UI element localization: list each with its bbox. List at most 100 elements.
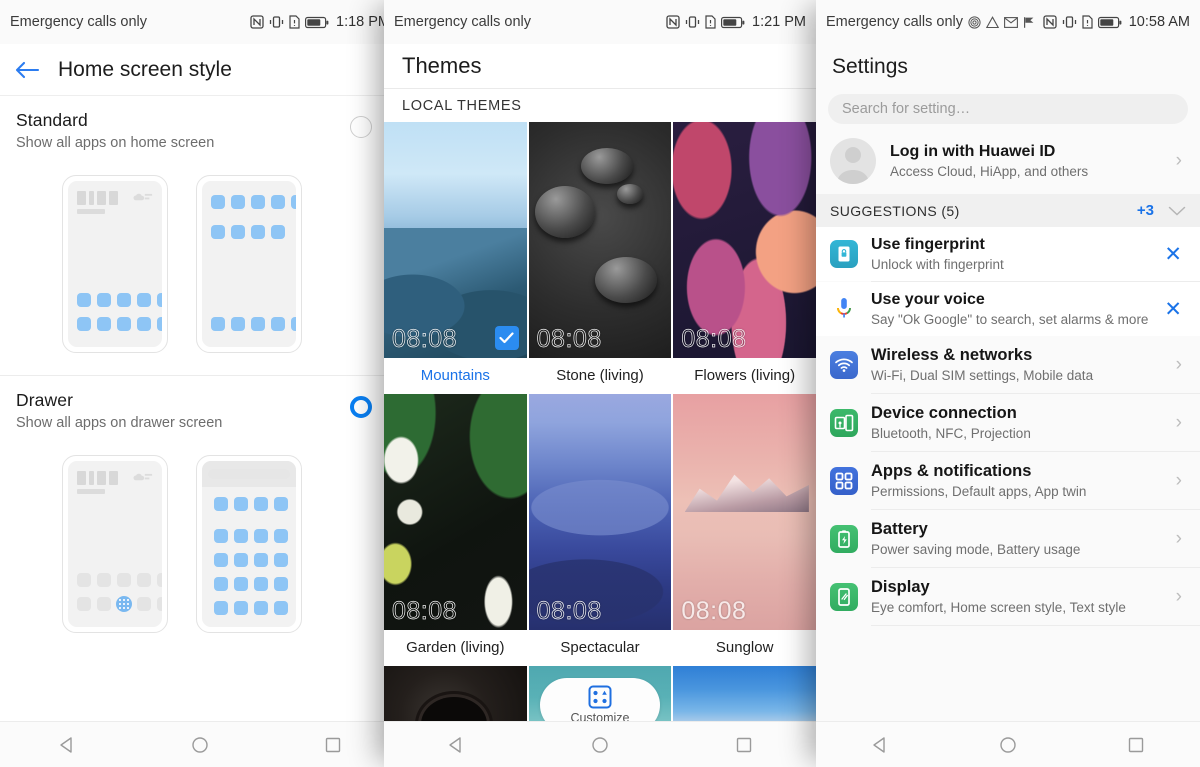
search-placeholder: Search for setting…: [842, 101, 971, 117]
carrier-label: Emergency calls only: [826, 14, 963, 30]
settings-row-title: Wireless & networks: [871, 346, 1033, 364]
carrier-label: Emergency calls only: [10, 14, 147, 30]
settings-row-display[interactable]: Display Eye comfort, Home screen style, …: [816, 568, 1200, 625]
status-bar-left: Emergency calls only 1:18 PM: [0, 0, 400, 44]
avatar: [830, 138, 876, 184]
navigation-bar-mid: [384, 721, 816, 767]
nfc-icon: [1043, 15, 1057, 29]
settings-header: Settings: [816, 44, 1200, 90]
suggestions-header[interactable]: SUGGESTIONS (5) +3: [816, 194, 1200, 227]
settings-row-title: Battery: [871, 520, 928, 538]
sim-alert-icon: [289, 15, 300, 29]
theme-thumbnail[interactable]: 08:08: [528, 122, 672, 358]
theme-thumbnail[interactable]: 08:08: [673, 122, 816, 358]
settings-row-apps-notifications[interactable]: Apps & notifications Permissions, Defaul…: [816, 452, 1200, 509]
home-nav-icon[interactable]: [572, 722, 628, 767]
page-title: Home screen style: [58, 57, 232, 81]
page-title: Themes: [402, 53, 482, 78]
theme-caption: Spectacular: [528, 630, 672, 664]
home-nav-icon[interactable]: [172, 722, 228, 767]
dismiss-suggestion-icon[interactable]: ✕: [1164, 242, 1186, 267]
wifi-icon: [830, 350, 858, 379]
option-standard-label: Standard: [16, 110, 88, 130]
battery-icon: [1097, 16, 1122, 29]
sim-alert-icon: [1082, 15, 1093, 29]
navigation-bar-left: [0, 721, 400, 767]
theme-thumbnail[interactable]: 08:08: [673, 394, 816, 630]
search-input[interactable]: Search for setting…: [828, 94, 1188, 124]
battery-icon: [305, 16, 329, 29]
theme-clock: 08:08: [536, 597, 602, 626]
settings-row-subtitle: Power saving mode, Battery usage: [871, 542, 1081, 557]
option-standard[interactable]: Standard Show all apps on home screen: [0, 96, 400, 376]
theme-card[interactable]: 08:08 Sunglow: [673, 394, 816, 664]
theme-thumbnail[interactable]: 08:08: [384, 394, 527, 630]
flag-icon: [1023, 16, 1035, 29]
theme-card[interactable]: 08:08 Garden (living): [384, 394, 527, 664]
back-nav-icon[interactable]: [852, 722, 908, 767]
settings-row-subtitle: Bluetooth, NFC, Projection: [871, 426, 1031, 441]
chevron-right-icon: ›: [1175, 353, 1182, 375]
radio-standard[interactable]: [350, 116, 372, 138]
screenshot-stage: Emergency calls only 1:18 PM Home screen…: [0, 0, 1200, 767]
suggestion-row[interactable]: Use your voice Say "Ok Google" to search…: [816, 282, 1200, 336]
radio-drawer[interactable]: [350, 396, 372, 418]
suggestion-subtitle: Say "Ok Google" to search, set alarms & …: [871, 312, 1149, 327]
settings-row-subtitle: Wi-Fi, Dual SIM settings, Mobile data: [871, 368, 1094, 383]
selected-check-icon: [494, 326, 519, 350]
theme-card[interactable]: 08:08 Flowers (living): [673, 122, 816, 392]
themes-panel: Emergency calls only 1:21 PM Themes LOCA…: [384, 0, 816, 767]
divider: [871, 625, 1200, 626]
home-screen-style-header: Home screen style: [0, 44, 400, 96]
theme-card[interactable]: 08:08 Stone (living): [528, 122, 672, 392]
theme-card[interactable]: 08:08 Mountains: [384, 122, 527, 392]
vibrate-icon: [685, 15, 700, 29]
settings-row-title: Apps & notifications: [871, 462, 1032, 480]
option-standard-desc: Show all apps on home screen: [16, 135, 215, 151]
back-nav-icon[interactable]: [39, 722, 95, 767]
chevron-down-icon[interactable]: [1168, 205, 1186, 217]
back-nav-icon[interactable]: [428, 722, 484, 767]
chevron-right-icon: ›: [1175, 469, 1182, 491]
huawei-id-row[interactable]: Log in with Huawei ID Access Cloud, HiAp…: [816, 130, 1200, 194]
settings-list: Wireless & networks Wi-Fi, Dual SIM sett…: [816, 336, 1200, 626]
chevron-right-icon: ›: [1175, 585, 1182, 607]
settings-row-title: Display: [871, 578, 930, 596]
recents-nav-icon[interactable]: [305, 722, 361, 767]
settings-row-battery[interactable]: Battery Power saving mode, Battery usage…: [816, 510, 1200, 567]
theme-thumbnail[interactable]: 08:08: [384, 122, 527, 358]
page-title: Settings: [832, 55, 908, 78]
device-icon: [830, 408, 858, 437]
theme-clock: 08:08: [681, 325, 747, 354]
back-arrow-icon[interactable]: [14, 60, 40, 80]
theme-caption: Mountains: [384, 358, 527, 392]
theme-thumbnail[interactable]: 08:08: [528, 394, 672, 630]
status-bar-right: Emergency calls only 10:58 AM: [816, 0, 1200, 44]
suggestion-title: Use your voice: [871, 291, 985, 308]
option-drawer[interactable]: Drawer Show all apps on drawer screen: [0, 376, 400, 633]
recents-nav-icon[interactable]: [716, 722, 772, 767]
mail-icon: [1004, 16, 1018, 28]
settings-row-wireless-networks[interactable]: Wireless & networks Wi-Fi, Dual SIM sett…: [816, 336, 1200, 393]
theme-caption: Sunglow: [673, 630, 816, 664]
recents-nav-icon[interactable]: [1108, 722, 1164, 767]
settings-row-device-connection[interactable]: Device connection Bluetooth, NFC, Projec…: [816, 394, 1200, 451]
home-nav-icon[interactable]: [980, 722, 1036, 767]
settings-row-subtitle: Eye comfort, Home screen style, Text sty…: [871, 600, 1126, 615]
apps-icon: [830, 466, 858, 495]
chevron-right-icon: ›: [1175, 527, 1182, 549]
suggestion-row[interactable]: Use fingerprint Unlock with fingerprint …: [816, 227, 1200, 281]
local-themes-header: LOCAL THEMES: [384, 89, 816, 122]
suggestion-title: Use fingerprint: [871, 236, 985, 253]
dismiss-suggestion-icon[interactable]: ✕: [1164, 297, 1186, 322]
battery-icon: [721, 16, 745, 29]
drawer-entry-icon: [116, 596, 132, 612]
theme-caption: Stone (living): [528, 358, 672, 392]
status-time: 1:18 PM: [336, 14, 390, 30]
theme-caption: Garden (living): [384, 630, 527, 664]
google-mic-icon: [830, 297, 858, 321]
customize-icon: [588, 685, 612, 709]
theme-card[interactable]: 08:08 Spectacular: [528, 394, 672, 664]
fingerprint-icon: [968, 15, 981, 29]
settings-panel: Emergency calls only 10:58 AM Settings S…: [816, 0, 1200, 767]
